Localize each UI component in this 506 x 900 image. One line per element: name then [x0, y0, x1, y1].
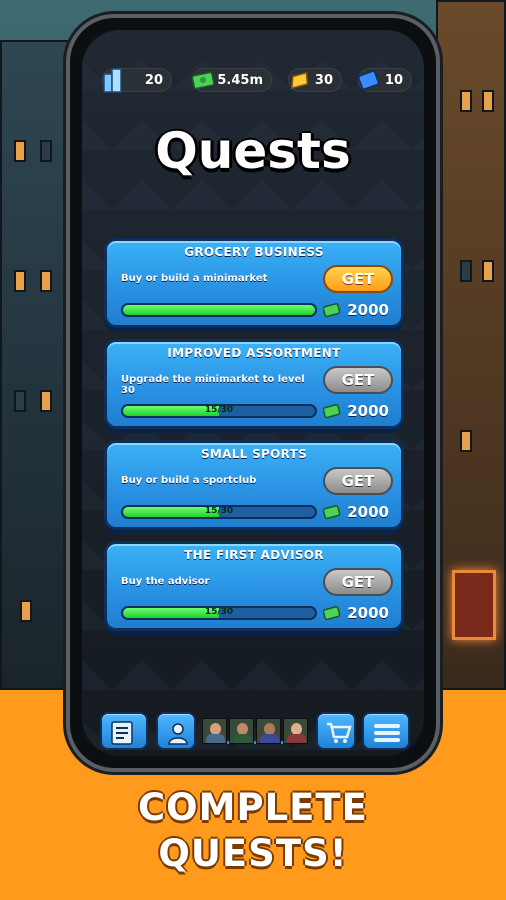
quest-progress-bar: [121, 303, 317, 317]
quest-description: Upgrade the minimarket to level 30: [121, 374, 305, 396]
page-title: Quests: [155, 122, 351, 180]
progress-text: 15/30: [204, 405, 234, 415]
quest-progress-bar: 15/30: [121, 404, 317, 418]
shop-cart-icon: [327, 722, 352, 743]
quest-reward: 2000: [323, 301, 389, 319]
menu-button[interactable]: [362, 712, 410, 750]
quest-card: SMALL SPORTS Buy or build a sportclub GE…: [104, 440, 404, 530]
quest-title: THE FIRST ADVISOR: [184, 548, 324, 562]
buildings-value: 20: [144, 72, 163, 88]
building-window: [460, 90, 472, 112]
ticket-counter: 10: [357, 68, 412, 92]
quest-reward: 2000: [323, 604, 389, 622]
quest-title: SMALL SPORTS: [200, 447, 308, 461]
bottom-nav: [100, 712, 410, 752]
progress-text: 15/30: [204, 506, 234, 516]
quest-description: Buy the advisor: [121, 576, 210, 587]
building-window: [14, 140, 26, 162]
cash-value: 5.45m: [217, 72, 263, 88]
building-window: [460, 430, 472, 452]
buildings-icon: [103, 68, 122, 93]
get-reward-button[interactable]: GET: [323, 467, 393, 495]
advisor-portrait[interactable]: [256, 718, 281, 744]
progress-fill: [123, 305, 315, 315]
tagline-line-2: QUESTS!: [158, 832, 348, 875]
quest-list-icon: [111, 721, 133, 745]
get-reward-button[interactable]: GET: [323, 265, 393, 293]
shop-button[interactable]: [316, 712, 356, 750]
quest-progress-bar: 15/30: [121, 606, 317, 620]
reward-amount: 2000: [347, 503, 389, 521]
reward-amount: 2000: [347, 604, 389, 622]
gold-bar-icon: [291, 71, 309, 90]
advisor-button[interactable]: [156, 712, 196, 750]
cash-counter: 5.45m: [191, 68, 272, 92]
advisor-icon: [168, 723, 188, 745]
advisor-portraits: [202, 718, 308, 744]
progress-text: 15/30: [204, 607, 234, 617]
phone-frame: 20 5.45m 30 10 Quests GROCERY BUSINESS B…: [66, 14, 440, 772]
building-window: [14, 270, 26, 292]
reward-amount: 2000: [347, 301, 389, 319]
neon-sign: [452, 570, 496, 640]
get-reward-button[interactable]: GET: [323, 366, 393, 394]
get-reward-button[interactable]: GET: [323, 568, 393, 596]
currency-bar: 20 5.45m 30 10: [102, 68, 412, 93]
building-window: [482, 90, 494, 112]
cash-icon: [323, 606, 341, 621]
cash-icon: [323, 505, 341, 520]
building-window: [460, 260, 472, 282]
ticket-icon: [357, 70, 380, 90]
quest-progress-bar: 15/30: [121, 505, 317, 519]
building-window: [14, 390, 26, 412]
quest-title: IMPROVED ASSORTMENT: [167, 346, 341, 360]
gold-counter: 30: [288, 68, 342, 92]
promo-tagline: COMPLETE QUESTS!: [0, 785, 506, 877]
tickets-value: 10: [384, 72, 403, 88]
cash-icon: [323, 303, 341, 318]
quest-reward: 2000: [323, 402, 389, 420]
quest-card: THE FIRST ADVISOR Buy the advisor GET 15…: [104, 541, 404, 631]
quest-title: GROCERY BUSINESS: [184, 245, 324, 259]
building-window: [482, 260, 494, 282]
quest-card: GROCERY BUSINESS Buy or build a minimark…: [104, 238, 404, 328]
building-window: [40, 140, 52, 162]
reward-amount: 2000: [347, 402, 389, 420]
quest-card: IMPROVED ASSORTMENT Upgrade the minimark…: [104, 339, 404, 429]
gold-value: 30: [314, 72, 333, 88]
advisor-portrait[interactable]: [283, 718, 308, 744]
advisor-portrait[interactable]: [229, 718, 254, 744]
quest-description: Buy or build a minimarket: [121, 273, 268, 284]
cash-icon: [191, 71, 215, 90]
quest-reward: 2000: [323, 503, 389, 521]
buildings-counter: 20: [102, 68, 172, 93]
game-screen: 20 5.45m 30 10 Quests GROCERY BUSINESS B…: [82, 30, 424, 756]
cash-icon: [323, 404, 341, 419]
building-window: [40, 270, 52, 292]
quest-description: Buy or build a sportclub: [121, 475, 257, 486]
building-window: [20, 600, 32, 622]
tagline-line-1: COMPLETE: [138, 786, 368, 829]
quests-button[interactable]: [100, 712, 148, 750]
menu-icon: [374, 724, 400, 742]
building-window: [40, 390, 52, 412]
advisor-portrait[interactable]: [202, 718, 227, 744]
